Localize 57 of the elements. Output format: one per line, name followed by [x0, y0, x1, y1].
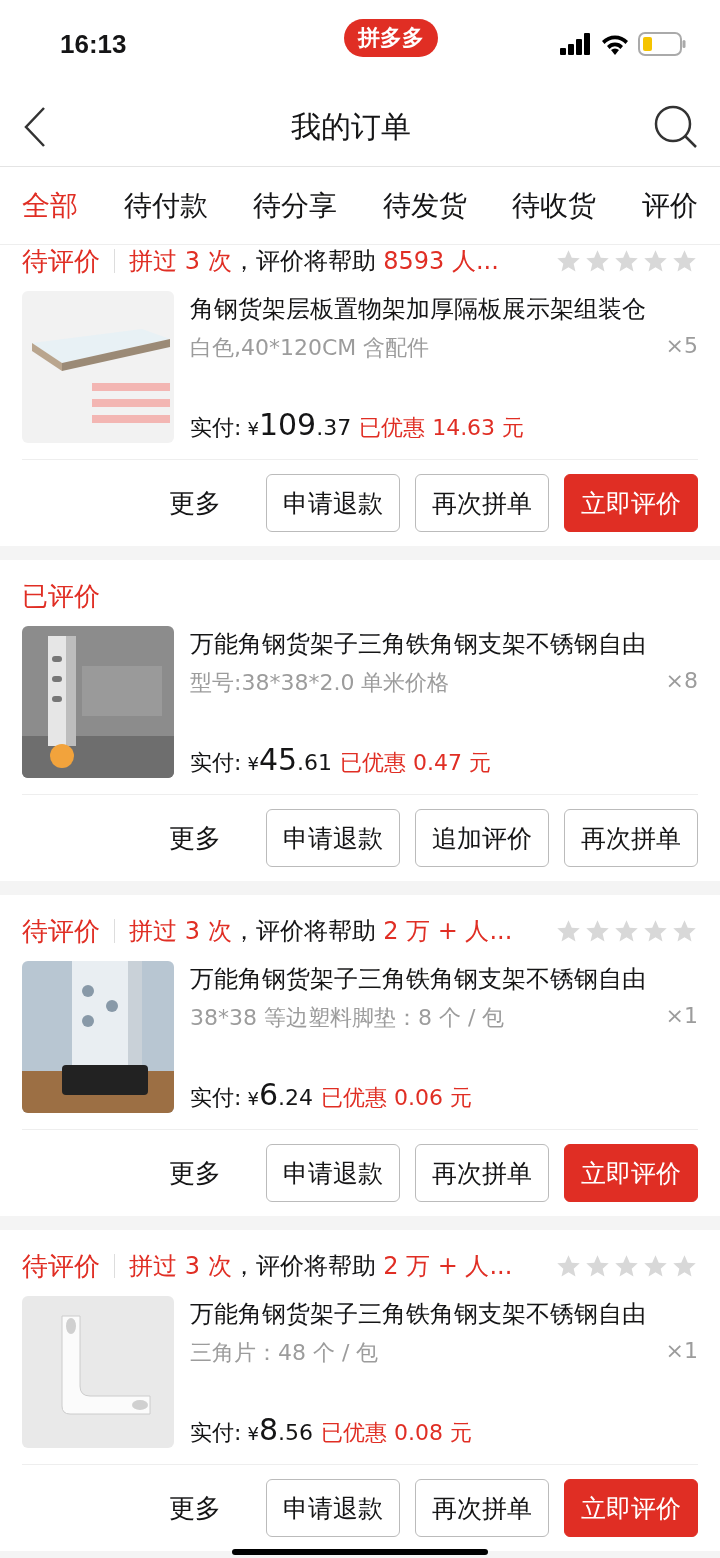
- paid-price: 实付: ¥8.56: [190, 1412, 313, 1448]
- more-link[interactable]: 更多: [169, 1490, 221, 1526]
- order-action-button[interactable]: 立即评价: [564, 1144, 698, 1202]
- quantity: ×8: [665, 668, 698, 695]
- order-action-button[interactable]: 立即评价: [564, 474, 698, 532]
- order-tab[interactable]: 待收货: [512, 186, 597, 225]
- battery-icon: [638, 32, 686, 56]
- order-status: 已评价: [22, 579, 100, 613]
- order-tab[interactable]: 待付款: [123, 186, 208, 225]
- more-link[interactable]: 更多: [169, 820, 221, 856]
- order-status: 待评价: [22, 245, 100, 278]
- app-badge: 拼多多: [344, 19, 439, 57]
- paid-price: 实付: ¥6.24: [190, 1077, 313, 1113]
- quantity: ×1: [665, 1003, 698, 1030]
- discount-text: 已优惠 14.63 元: [359, 414, 525, 442]
- order-tab[interactable]: 全部: [22, 186, 78, 225]
- quantity: ×1: [665, 1338, 698, 1365]
- product-spec: 白色,40*120CM 含配件: [190, 334, 430, 362]
- order-action-button[interactable]: 申请退款: [266, 809, 400, 867]
- order-action-button[interactable]: 追加评价: [415, 809, 549, 867]
- review-hint: 拼过 3 次，评价将帮助 2 万 + 人...: [129, 916, 514, 947]
- product-spec: 型号:38*38*2.0 单米价格: [190, 669, 450, 697]
- order-action-button[interactable]: 再次拼单: [564, 809, 698, 867]
- product-title[interactable]: 万能角钢货架子三角铁角钢支架不锈钢自由: [190, 628, 698, 660]
- discount-text: 已优惠 0.08 元: [320, 1419, 472, 1447]
- order-status: 待评价: [22, 1249, 100, 1283]
- clock-time: 16:13: [60, 28, 127, 60]
- product-spec: 38*38 等边塑料脚垫：8 个 / 包: [190, 1004, 505, 1032]
- order-action-button[interactable]: 立即评价: [564, 1479, 698, 1537]
- review-hint: 拼过 3 次，评价将帮助 8593 人...: [129, 246, 500, 277]
- paid-price: 实付: ¥109.37: [190, 407, 352, 443]
- search-icon[interactable]: [654, 105, 698, 149]
- product-spec: 三角片：48 个 / 包: [190, 1339, 379, 1367]
- order-action-button[interactable]: 申请退款: [266, 474, 400, 532]
- more-link[interactable]: 更多: [169, 1155, 221, 1191]
- order-tab[interactable]: 评价: [641, 186, 698, 225]
- order-action-button[interactable]: 再次拼单: [415, 1144, 549, 1202]
- order-action-button[interactable]: 申请退款: [266, 1479, 400, 1537]
- more-link[interactable]: 更多: [169, 485, 221, 521]
- order-tab[interactable]: 待发货: [382, 186, 467, 225]
- product-title[interactable]: 万能角钢货架子三角铁角钢支架不锈钢自由: [190, 1298, 698, 1330]
- wifi-icon: [600, 33, 630, 55]
- product-title[interactable]: 万能角钢货架子三角铁角钢支架不锈钢自由: [190, 963, 698, 995]
- review-hint: 拼过 3 次，评价将帮助 2 万 + 人...: [129, 1251, 514, 1282]
- signal-icon: [560, 33, 592, 55]
- order-action-button[interactable]: 再次拼单: [415, 1479, 549, 1537]
- order-status: 待评价: [22, 914, 100, 948]
- quantity: ×5: [665, 333, 698, 360]
- back-icon[interactable]: [22, 106, 48, 148]
- order-action-button[interactable]: 再次拼单: [415, 474, 549, 532]
- page-title: 我的订单: [291, 107, 411, 146]
- paid-price: 实付: ¥45.61: [190, 742, 333, 778]
- product-title[interactable]: 角钢货架层板置物架加厚隔板展示架组装仓: [190, 293, 698, 325]
- order-tab[interactable]: 待分享: [253, 186, 338, 225]
- order-action-button[interactable]: 申请退款: [266, 1144, 400, 1202]
- discount-text: 已优惠 0.47 元: [340, 749, 492, 777]
- discount-text: 已优惠 0.06 元: [320, 1084, 472, 1112]
